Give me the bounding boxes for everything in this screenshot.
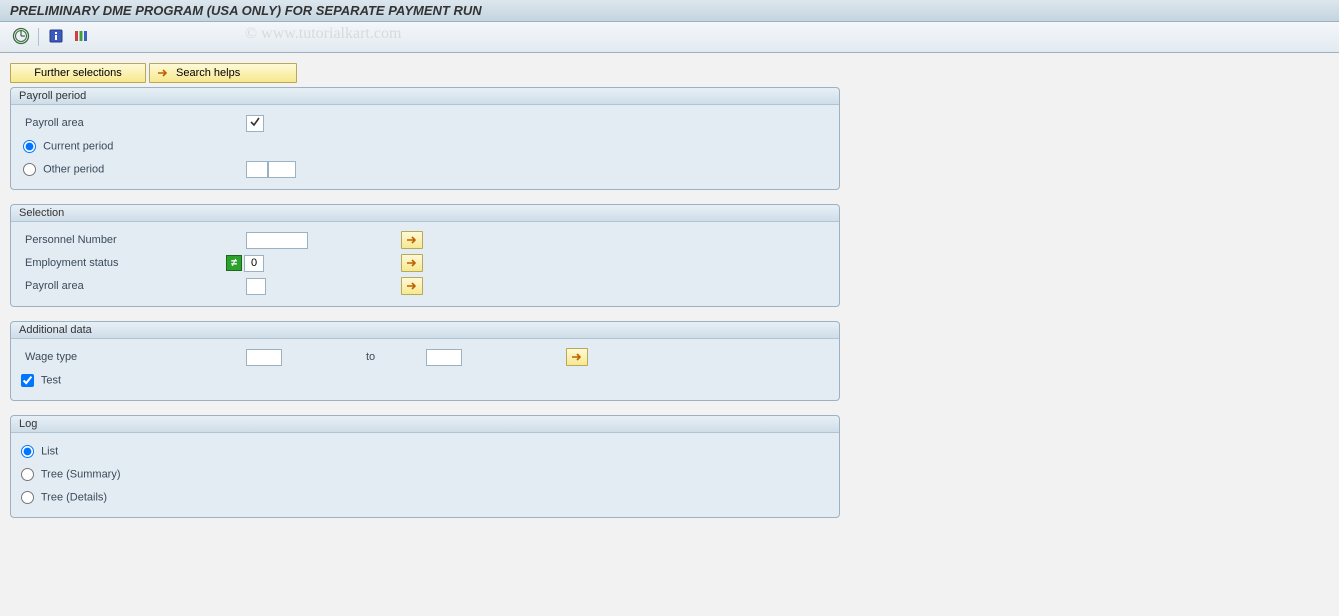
- log-list-radio[interactable]: [21, 445, 34, 458]
- other-period-to-input[interactable]: [268, 161, 296, 178]
- personnel-number-input[interactable]: [246, 232, 308, 249]
- arrow-right-icon: [156, 66, 170, 80]
- group-header-selection: Selection: [11, 205, 839, 222]
- log-tree-summary-label: Tree (Summary): [41, 468, 121, 480]
- watermark-text: © www.tutorialkart.com: [245, 25, 401, 43]
- log-list-label: List: [41, 445, 58, 457]
- group-payroll-period: Payroll period Payroll area Current peri…: [10, 87, 840, 190]
- group-header-payroll-period: Payroll period: [11, 88, 839, 105]
- search-helps-label: Search helps: [176, 67, 240, 79]
- log-tree-details-label: Tree (Details): [41, 491, 107, 503]
- group-selection: Selection Personnel Number Employment st…: [10, 204, 840, 307]
- variant-button[interactable]: [70, 26, 92, 48]
- log-tree-summary-radio[interactable]: [21, 468, 34, 481]
- execute-button[interactable]: [10, 26, 32, 48]
- test-checkbox[interactable]: [21, 374, 34, 387]
- further-selections-label: Further selections: [34, 67, 121, 79]
- info-button[interactable]: [45, 26, 67, 48]
- search-helps-button[interactable]: Search helps: [149, 63, 297, 83]
- selection-buttons-row: Further selections Search helps: [10, 63, 1329, 83]
- test-label: Test: [41, 374, 61, 386]
- wage-type-multi-button[interactable]: [566, 348, 588, 366]
- title-bar: PRELIMINARY DME PROGRAM (USA ONLY) FOR S…: [0, 0, 1339, 22]
- bars-icon: [73, 28, 89, 47]
- wage-type-label: Wage type: [21, 351, 246, 363]
- info-icon: [48, 28, 64, 47]
- arrow-right-icon: [406, 256, 418, 271]
- other-period-label: Other period: [43, 163, 104, 175]
- arrow-right-icon: [406, 233, 418, 248]
- wage-type-to-input[interactable]: [426, 349, 462, 366]
- sel-payroll-area-label: Payroll area: [21, 280, 246, 292]
- employment-status-value[interactable]: 0: [244, 255, 264, 272]
- to-label: to: [366, 351, 426, 363]
- wage-type-from-input[interactable]: [246, 349, 282, 366]
- app-toolbar: © www.tutorialkart.com: [0, 22, 1339, 53]
- current-period-label: Current period: [43, 140, 113, 152]
- current-period-row: Current period: [21, 140, 246, 153]
- sel-payroll-area-input[interactable]: [246, 278, 266, 295]
- not-equal-indicator[interactable]: ≠: [226, 255, 242, 271]
- current-period-radio[interactable]: [23, 140, 36, 153]
- group-header-log: Log: [11, 416, 839, 433]
- group-additional-data: Additional data Wage type to: [10, 321, 840, 401]
- payroll-area-input[interactable]: [246, 115, 264, 132]
- employment-status-label: Employment status: [21, 257, 246, 269]
- employment-status-multi-button[interactable]: [401, 254, 423, 272]
- personnel-number-multi-button[interactable]: [401, 231, 423, 249]
- log-tree-details-radio[interactable]: [21, 491, 34, 504]
- personnel-number-label: Personnel Number: [21, 234, 246, 246]
- content-area: Further selections Search helps Payroll …: [0, 53, 1339, 542]
- toolbar-separator: [38, 28, 39, 46]
- other-period-row: Other period: [21, 163, 246, 176]
- other-period-from-input[interactable]: [246, 161, 268, 178]
- further-selections-button[interactable]: Further selections: [10, 63, 146, 83]
- payroll-area-label: Payroll area: [21, 117, 246, 129]
- execute-icon: [12, 27, 30, 48]
- arrow-right-icon: [406, 279, 418, 294]
- group-header-additional-data: Additional data: [11, 322, 839, 339]
- arrow-right-icon: [571, 350, 583, 365]
- page-title: PRELIMINARY DME PROGRAM (USA ONLY) FOR S…: [10, 3, 482, 18]
- other-period-radio[interactable]: [23, 163, 36, 176]
- group-log: Log List Tree (Summary) Tree (Details): [10, 415, 840, 518]
- sel-payroll-area-multi-button[interactable]: [401, 277, 423, 295]
- checkmark-icon: [249, 116, 261, 131]
